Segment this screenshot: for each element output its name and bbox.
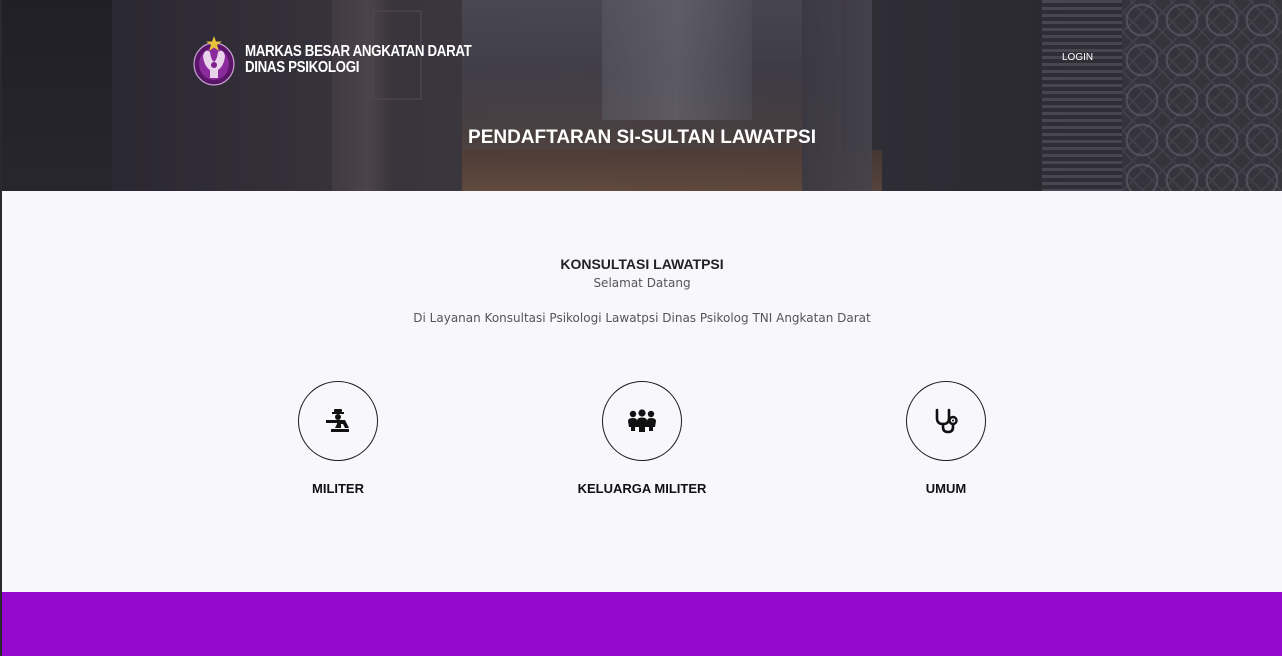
option-umum[interactable]: UMUM — [846, 381, 1046, 496]
stethoscope-icon — [935, 408, 958, 434]
option-umum-circle[interactable] — [906, 381, 986, 461]
option-keluarga-militer-label[interactable]: KELUARGA MILITER — [542, 481, 742, 496]
dinas-psikologi-emblem-icon — [191, 34, 237, 86]
hero-overlay — [2, 0, 1282, 191]
registration-options: MILITER KELUARGA MILITER UMUM — [2, 381, 1282, 511]
site-logo[interactable]: MARKAS BESAR ANGKATAN DARAT DINAS PSIKOL… — [191, 34, 508, 86]
main-content: KONSULTASI LAWATPSI Selamat Datang Di La… — [2, 191, 1282, 592]
brand-line-1: MARKAS BESAR ANGKATAN DARAT — [245, 43, 472, 60]
family-icon — [628, 409, 656, 432]
option-militer-label[interactable]: MILITER — [238, 481, 438, 496]
option-militer[interactable]: MILITER — [238, 381, 438, 496]
section-subtitle: Selamat Datang — [593, 276, 691, 290]
option-umum-label[interactable]: UMUM — [846, 481, 1046, 496]
brand-line-2: DINAS PSIKOLOGI — [245, 59, 360, 76]
soldier-icon — [326, 409, 349, 432]
option-keluarga-militer-circle[interactable] — [602, 381, 682, 461]
option-keluarga-militer[interactable]: KELUARGA MILITER — [542, 381, 742, 496]
login-link[interactable]: LOGIN — [1062, 52, 1093, 63]
option-militer-circle[interactable] — [298, 381, 378, 461]
section-description: Di Layanan Konsultasi Psikologi Lawatpsi… — [413, 311, 871, 325]
hero-title: PENDAFTARAN SI-SULTAN LAWATPSI — [468, 127, 816, 148]
page: MARKAS BESAR ANGKATAN DARAT DINAS PSIKOL… — [2, 0, 1282, 656]
brand-text: MARKAS BESAR ANGKATAN DARAT DINAS PSIKOL… — [245, 43, 472, 76]
footer-bar — [2, 592, 1282, 656]
section-title: KONSULTASI LAWATPSI — [560, 256, 724, 272]
hero-header: MARKAS BESAR ANGKATAN DARAT DINAS PSIKOL… — [2, 0, 1282, 191]
